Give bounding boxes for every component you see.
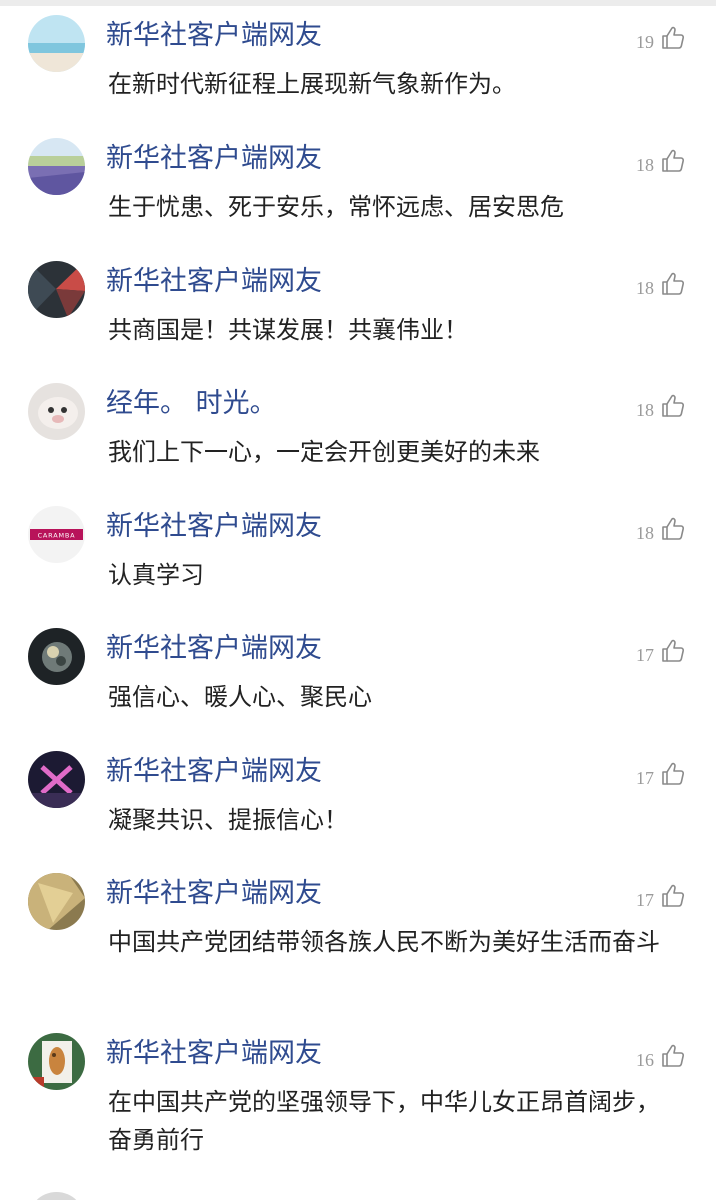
like-count: 19 [636, 31, 654, 52]
avatar[interactable]: CARAMBA [28, 506, 85, 563]
thumbs-up-icon[interactable] [660, 25, 686, 51]
like-group[interactable]: 16 [636, 1041, 686, 1071]
comment-text: 生于忧患、死于安乐，常怀远虑、居安思危 [108, 193, 564, 221]
avatar[interactable] [28, 138, 85, 195]
comment-text: 认真学习 [108, 561, 204, 589]
like-group[interactable]: 18 [636, 269, 686, 299]
like-group[interactable]: 18 [636, 514, 686, 544]
like-count: 17 [636, 644, 654, 665]
username[interactable]: 新华社客户端网友 [106, 510, 322, 544]
like-count: 17 [636, 889, 654, 910]
like-count: 18 [636, 277, 654, 298]
like-count: 16 [636, 1049, 654, 1070]
like-group[interactable]: 17 [636, 759, 686, 789]
thumbs-up-icon[interactable] [660, 393, 686, 419]
avatar[interactable] [28, 1192, 85, 1200]
avatar[interactable] [28, 1033, 85, 1090]
like-count: 17 [636, 767, 654, 788]
thumbs-up-icon[interactable] [660, 516, 686, 542]
avatar-text: CARAMBA [38, 532, 76, 540]
username[interactable]: 新华社客户端网友 [106, 755, 322, 789]
username[interactable]: 经年。 时光。 [106, 387, 277, 421]
like-group[interactable]: 18 [636, 146, 686, 176]
thumbs-up-icon[interactable] [660, 1043, 686, 1069]
like-group[interactable]: 19 [636, 23, 686, 53]
like-group[interactable]: 17 [636, 881, 686, 911]
avatar[interactable] [28, 15, 85, 72]
comment-text: 共商国是！共谋发展！共襄伟业！ [108, 316, 468, 344]
comment-text: 在新时代新征程上展现新气象新作为。 [108, 70, 516, 98]
username[interactable]: 新华社客户端网友 [106, 1037, 322, 1071]
like-count: 18 [636, 399, 654, 420]
comment-text: 我们上下一心，一定会开创更美好的未来 [108, 438, 540, 466]
thumbs-up-icon[interactable] [660, 148, 686, 174]
comment-text: 中国共产党团结带领各族人民不断为美好生活而奋斗 [108, 928, 660, 956]
comment-text: 强信心、暖人心、聚民心 [108, 683, 372, 711]
username[interactable]: 新华社客户端网友 [106, 19, 322, 53]
username[interactable]: 新华社客户端网友 [106, 877, 322, 911]
avatar[interactable] [28, 261, 85, 318]
username[interactable]: 新华社客户端网友 [106, 632, 322, 666]
thumbs-up-icon[interactable] [660, 761, 686, 787]
like-count: 18 [636, 522, 654, 543]
username[interactable]: 新华社客户端网友 [106, 142, 322, 176]
comment-text: 在中国共产党的坚强领导下，中华儿女正昂首阔步，奋勇前行 [108, 1088, 660, 1154]
top-divider [0, 0, 716, 6]
avatar[interactable] [28, 873, 85, 930]
like-group[interactable]: 18 [636, 391, 686, 421]
avatar[interactable] [28, 628, 85, 685]
comment-text: 凝聚共识、提振信心！ [108, 806, 348, 834]
avatar[interactable] [28, 383, 85, 440]
avatar[interactable] [28, 751, 85, 808]
like-group[interactable]: 17 [636, 636, 686, 666]
like-count: 18 [636, 154, 654, 175]
thumbs-up-icon[interactable] [660, 883, 686, 909]
thumbs-up-icon[interactable] [660, 638, 686, 664]
thumbs-up-icon[interactable] [660, 271, 686, 297]
username[interactable]: 新华社客户端网友 [106, 265, 322, 299]
